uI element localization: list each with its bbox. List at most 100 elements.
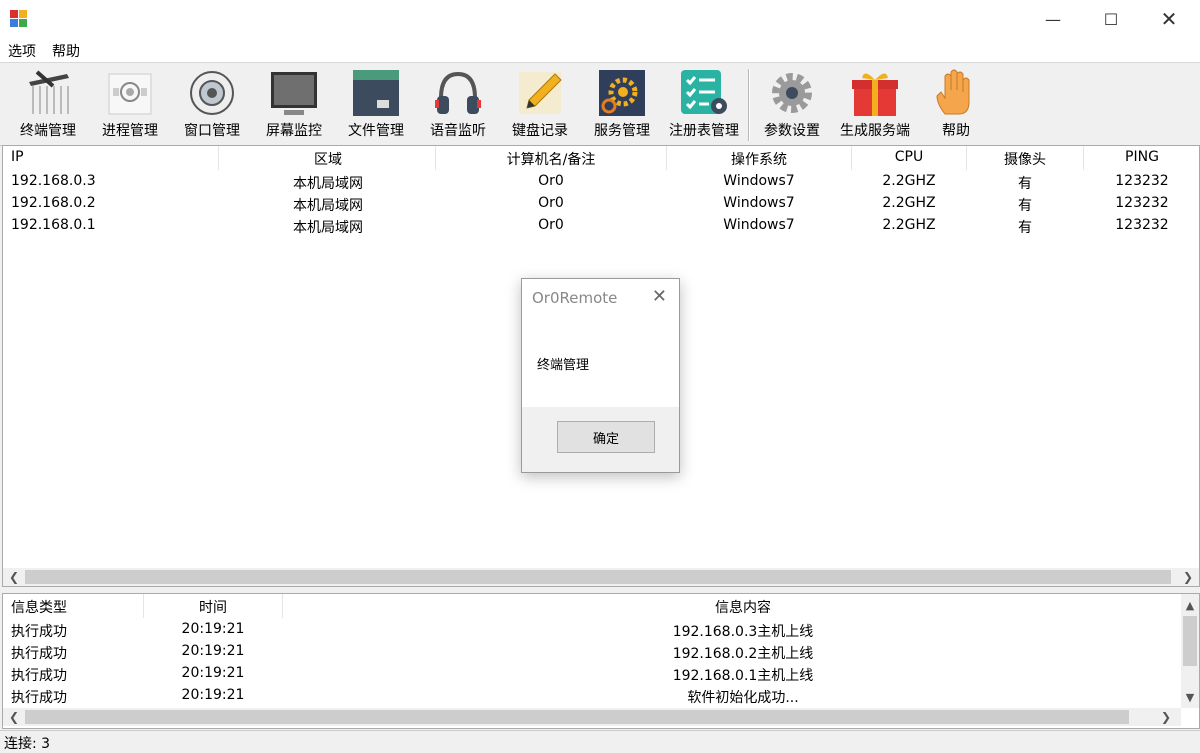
tool-label: 语音监听 [430,123,486,139]
cell-ip: 192.168.0.3 [11,173,96,189]
tool-window-button[interactable]: 窗口管理 [178,66,246,142]
cell-ip: 192.168.0.2 [11,195,96,211]
dialog-title: Or0Remote [532,289,618,307]
cell-region: 本机局域网 [293,176,363,192]
cell-camera: 有 [1018,220,1032,236]
menu-options[interactable]: 选项 [8,41,36,61]
cell-camera: 有 [1018,176,1032,192]
tool-label: 生成服务端 [840,123,910,139]
tool-monitor-button[interactable]: 屏幕监控 [260,66,328,142]
cell-time: 20:19:21 [181,665,245,681]
dialog-close-icon[interactable]: ✕ [652,286,667,307]
tool-label: 终端管理 [20,123,76,139]
host-list-header: IP 区域 计算机名/备注 操作系统 CPU 摄像头 PING [3,146,1199,170]
gift-icon [852,73,898,116]
cell-time: 20:19:21 [181,687,245,703]
column-header-time[interactable]: 时间 [199,597,227,617]
tool-settings-button[interactable]: 参数设置 [758,66,826,142]
log-hscrollbar[interactable]: ❮ ❯ [3,708,1181,726]
host-list-hscrollbar[interactable]: ❮ ❯ [3,568,1199,586]
message-dialog: Or0Remote ✕ 终端管理 确定 [521,278,680,473]
column-header-ping[interactable]: PING [1125,149,1159,165]
gears-icon [599,70,645,116]
terminal-icon [29,70,69,114]
tool-label: 服务管理 [594,123,650,139]
menu-bar: 选项 帮助 [0,38,1200,62]
toolbar-separator [748,69,750,141]
scroll-down-icon[interactable]: ▼ [1181,688,1199,706]
scroll-up-icon[interactable]: ▲ [1181,596,1199,614]
cell-content: 192.168.0.3主机上线 [672,624,814,640]
window-icon [190,71,234,115]
cell-ip: 192.168.0.1 [11,217,96,233]
tool-help-button[interactable]: 帮助 [922,66,990,142]
tool-build-button[interactable]: 生成服务端 [834,66,916,142]
cell-region: 本机局域网 [293,198,363,214]
log-list[interactable]: 信息类型 时间 信息内容 执行成功 20:19:21 192.168.0.3主机… [2,593,1200,729]
tool-label: 键盘记录 [512,123,568,139]
app-icon [10,10,27,27]
folder-icon [353,70,399,116]
cell-os: Windows7 [723,195,795,211]
column-header-type[interactable]: 信息类型 [11,597,67,617]
column-header-camera[interactable]: 摄像头 [1004,149,1046,169]
tool-registry-button[interactable]: 注册表管理 [664,66,744,142]
monitor-icon [271,72,317,115]
cell-hostname: Or0 [538,217,564,233]
scroll-thumb[interactable] [25,570,1171,584]
tool-files-button[interactable]: 文件管理 [342,66,410,142]
toolbar: 终端管理 进程管理 窗口管理 屏幕监控 文件管理 语音监听 键盘记录 服务管理 … [0,62,1200,146]
cell-cpu: 2.2GHZ [882,217,936,233]
tool-terminal-button[interactable]: 终端管理 [14,66,82,142]
cell-ping: 123232 [1115,173,1169,189]
cell-hostname: Or0 [538,173,564,189]
menu-help[interactable]: 帮助 [52,41,80,61]
cell-time: 20:19:21 [181,643,245,659]
scroll-thumb[interactable] [1183,616,1197,666]
tool-label: 帮助 [942,123,970,139]
ok-button[interactable]: 确定 [557,421,655,453]
scroll-thumb[interactable] [25,710,1129,724]
column-header-content[interactable]: 信息内容 [715,597,771,617]
log-vscrollbar[interactable]: ▲ ▼ [1181,594,1199,708]
cell-hostname: Or0 [538,195,564,211]
cell-os: Windows7 [723,217,795,233]
cell-type: 执行成功 [11,624,67,640]
column-header-cpu[interactable]: CPU [895,149,923,165]
tool-keylog-button[interactable]: 键盘记录 [506,66,574,142]
scroll-left-icon[interactable]: ❮ [5,708,23,726]
tool-process-button[interactable]: 进程管理 [96,66,164,142]
cell-time: 20:19:21 [181,621,245,637]
minimize-button[interactable]: — [1024,0,1082,38]
column-header-region[interactable]: 区域 [314,149,342,169]
log-list-header: 信息类型 时间 信息内容 [3,594,1181,618]
close-button[interactable]: ✕ [1140,0,1198,38]
checklist-icon [681,70,727,114]
cell-type: 执行成功 [11,690,67,706]
tool-audio-button[interactable]: 语音监听 [424,66,492,142]
cell-content: 192.168.0.1主机上线 [672,668,814,684]
cell-content: 软件初始化成功... [687,690,799,706]
column-header-hostname[interactable]: 计算机名/备注 [507,149,596,169]
status-bar: 连接: 3 [0,730,1200,752]
maximize-button[interactable]: ☐ [1082,0,1140,38]
hand-icon [936,69,970,115]
column-header-os[interactable]: 操作系统 [731,149,787,169]
cell-ping: 123232 [1115,195,1169,211]
cell-region: 本机局域网 [293,220,363,236]
tool-service-button[interactable]: 服务管理 [588,66,656,142]
tool-label: 文件管理 [348,123,404,139]
tool-label: 窗口管理 [184,123,240,139]
scroll-right-icon[interactable]: ❯ [1157,708,1175,726]
title-bar: — ☐ ✕ [0,0,1200,38]
dialog-message: 终端管理 [537,358,590,373]
cell-content: 192.168.0.2主机上线 [672,646,814,662]
scroll-right-icon[interactable]: ❯ [1179,568,1197,586]
cell-os: Windows7 [723,173,795,189]
cell-cpu: 2.2GHZ [882,195,936,211]
column-header-ip[interactable]: IP [11,149,24,165]
cell-cpu: 2.2GHZ [882,173,936,189]
scroll-left-icon[interactable]: ❮ [5,568,23,586]
cell-type: 执行成功 [11,668,67,684]
cell-type: 执行成功 [11,646,67,662]
